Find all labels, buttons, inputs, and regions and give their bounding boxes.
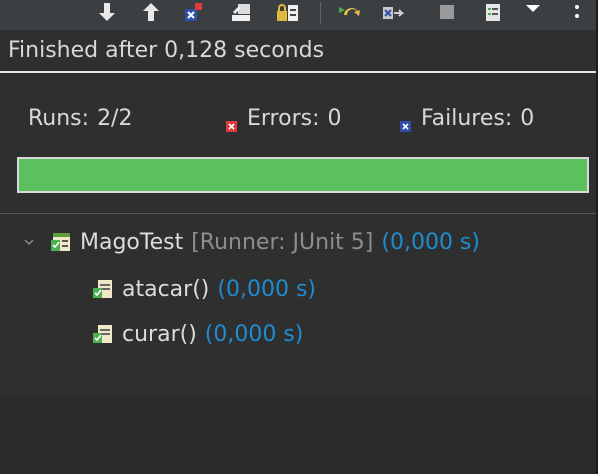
- previous-failure-icon[interactable]: [136, 0, 166, 24]
- toolbar-separator: [320, 2, 321, 24]
- tree-node-test-name: curar(): [122, 321, 197, 347]
- runs-label: Runs:: [28, 106, 90, 131]
- status-divider: [0, 71, 598, 73]
- tree-node-root[interactable]: MagoTest [Runner: JUnit 5] (0,000 s): [22, 222, 480, 262]
- view-menu-icon[interactable]: [518, 0, 548, 24]
- status-text: Finished after 0,128 seconds: [0, 33, 598, 69]
- errors-label: Errors:: [247, 106, 320, 131]
- tree-node-root-name: MagoTest: [80, 229, 184, 255]
- scroll-lock-icon[interactable]: [226, 0, 256, 24]
- empty-area: [0, 398, 598, 474]
- test-counters: Runs: 2/2 Errors: 0 Failures: 0: [0, 100, 598, 140]
- tree-node-test-name: atacar(): [122, 276, 210, 302]
- junit-view: Finished after 0,128 seconds Runs: 2/2 E…: [0, 0, 598, 474]
- failures-label: Failures:: [421, 106, 513, 131]
- tree-node-root-runner: [Runner: JUnit 5]: [191, 229, 374, 255]
- errors-value: 0: [327, 106, 342, 131]
- runs-counter: Runs: 2/2: [28, 106, 132, 131]
- progress-fill: [19, 159, 587, 191]
- stop-icon[interactable]: [432, 0, 462, 24]
- show-skipped-icon[interactable]: [272, 0, 302, 24]
- rerun-failed-first-icon[interactable]: [378, 0, 408, 24]
- tree-node-test[interactable]: curar() (0,000 s): [92, 314, 303, 354]
- test-run-history-icon[interactable]: [478, 0, 508, 24]
- tree-node-test-time: (0,000 s): [217, 276, 316, 302]
- test-passed-icon: [92, 323, 114, 345]
- test-passed-icon: [92, 278, 114, 300]
- test-progress-bar: [17, 157, 589, 193]
- rerun-test-icon[interactable]: [334, 0, 364, 24]
- chevron-down-icon[interactable]: [22, 235, 36, 249]
- test-suite-icon: [50, 231, 72, 253]
- more-options-icon[interactable]: [562, 0, 592, 24]
- tree-node-root-time: (0,000 s): [381, 229, 480, 255]
- tree-node-test-time: (0,000 s): [204, 321, 304, 347]
- show-failures-only-icon[interactable]: [178, 0, 208, 24]
- errors-counter: Errors: 0: [226, 106, 342, 132]
- tree-divider: [0, 213, 598, 214]
- failure-badge-icon: [400, 113, 411, 132]
- next-failure-icon[interactable]: [92, 0, 122, 24]
- runs-value: 2/2: [97, 106, 133, 131]
- failures-value: 0: [520, 106, 535, 131]
- failures-counter: Failures: 0: [400, 106, 535, 132]
- junit-toolbar: [0, 0, 598, 30]
- tree-node-test[interactable]: atacar() (0,000 s): [92, 269, 316, 309]
- error-badge-icon: [226, 113, 237, 132]
